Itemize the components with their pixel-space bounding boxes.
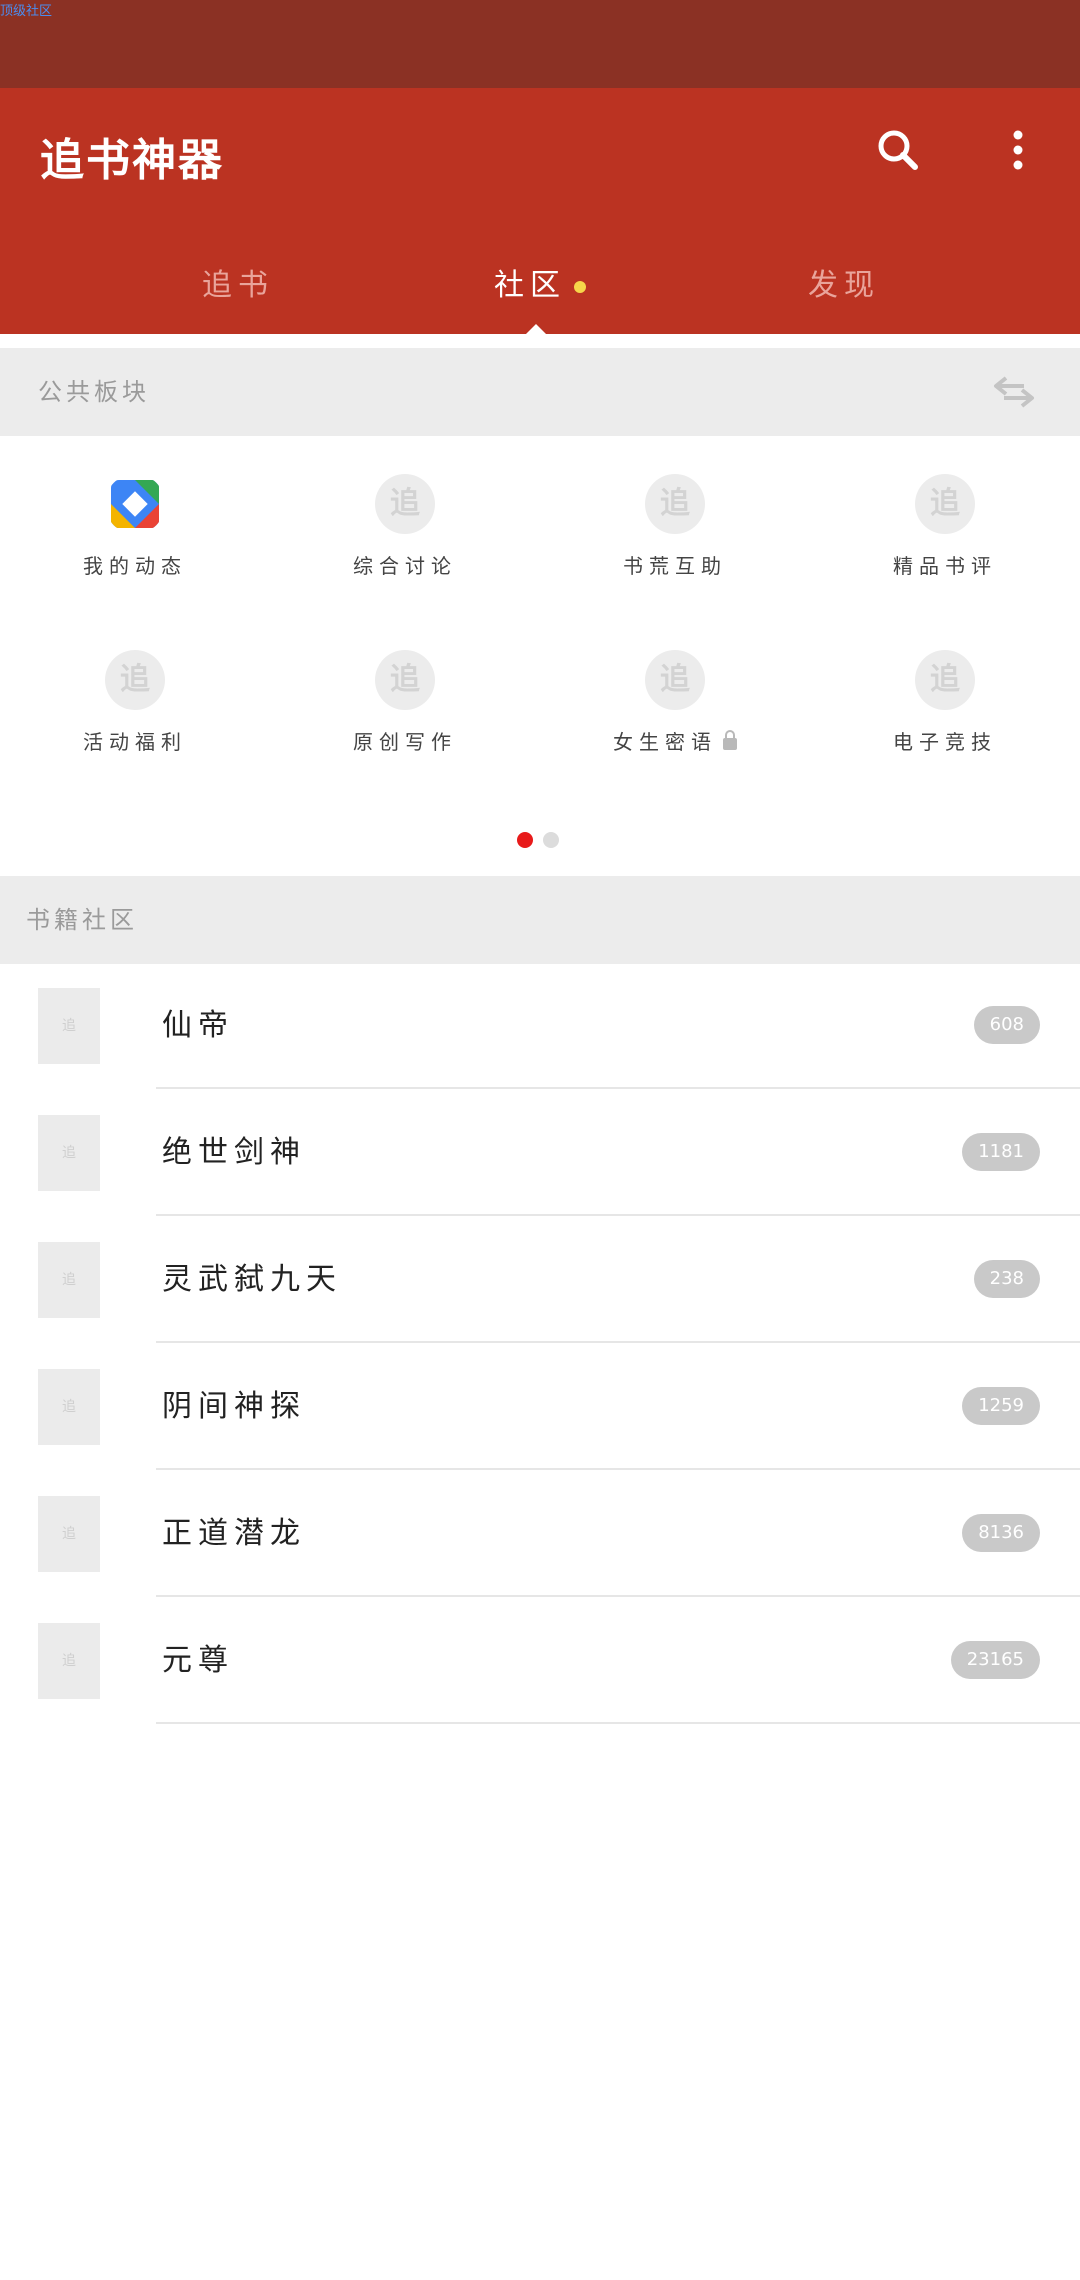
- colorful-app-icon: [111, 480, 159, 528]
- book-cover-placeholder: 追: [38, 1496, 100, 1572]
- forum-label: 书荒互助: [623, 554, 727, 578]
- book-cover-placeholder: 追: [38, 1115, 100, 1191]
- list-item[interactable]: 追 元尊 23165: [0, 1597, 1080, 1724]
- book-name: 灵武弑九天: [162, 1262, 342, 1297]
- book-cover-placeholder: 追: [38, 1369, 100, 1445]
- app-bar: 追书神器 追书 社区 发现: [0, 88, 1080, 336]
- list-item[interactable]: 追 仙帝 608: [0, 962, 1080, 1089]
- page-dot: [543, 832, 559, 848]
- forum-label: 活动福利: [83, 730, 187, 754]
- more-options-button[interactable]: [982, 114, 1054, 186]
- book-cover-placeholder: 追: [38, 988, 100, 1064]
- book-section-header: 书籍社区: [0, 876, 1080, 964]
- more-vert-icon: [1013, 130, 1023, 170]
- post-count-badge: 238: [973, 1260, 1040, 1298]
- tab-zhuishu[interactable]: 追书: [88, 238, 388, 334]
- zhui-logo-icon: 追: [375, 474, 435, 534]
- divider: [156, 1722, 1080, 1724]
- forum-esports[interactable]: 追 电子竞技: [810, 612, 1080, 788]
- section-label: 书籍社区: [26, 906, 138, 934]
- page-dot-active: [517, 832, 533, 848]
- zhui-logo-icon: 追: [645, 474, 705, 534]
- tab-indicator: [524, 324, 548, 336]
- tab-community[interactable]: 社区: [390, 238, 690, 334]
- zhui-logo-icon: 追: [915, 474, 975, 534]
- status-tiny-text: 顶级社区: [0, 4, 53, 19]
- zhui-logo-icon: 追: [375, 650, 435, 710]
- forum-label: 精品书评: [893, 554, 997, 578]
- forum-label: 我的动态: [83, 554, 187, 578]
- forum-label: 原创写作: [353, 730, 457, 754]
- tab-label: 追书: [202, 268, 274, 303]
- tab-label: 发现: [808, 268, 880, 303]
- forum-label-wrap: 女生密语: [540, 726, 810, 755]
- post-count-badge: 608: [973, 1006, 1040, 1044]
- book-name: 正道潜龙: [162, 1516, 306, 1551]
- forum-events[interactable]: 追 活动福利: [0, 612, 270, 788]
- zhui-logo-icon: 追: [645, 650, 705, 710]
- zhui-logo-icon: 追: [915, 650, 975, 710]
- post-count-badge: 1259: [962, 1387, 1040, 1425]
- book-name: 绝世剑神: [162, 1135, 306, 1170]
- book-cover-placeholder: 追: [38, 1242, 100, 1318]
- forum-reviews[interactable]: 追 精品书评: [810, 436, 1080, 612]
- section-label: 公共板块: [38, 378, 150, 406]
- book-name: 元尊: [162, 1643, 234, 1678]
- forum-girls-whisper[interactable]: 追 女生密语: [540, 612, 810, 788]
- post-count-badge: 1181: [962, 1133, 1040, 1171]
- app-title: 追书神器: [40, 135, 224, 186]
- page-indicator: [517, 832, 569, 852]
- list-item[interactable]: 追 阴间神探 1259: [0, 1343, 1080, 1470]
- forum-my-activity[interactable]: 我的动态: [0, 436, 270, 612]
- zhui-logo-icon: 追: [105, 650, 165, 710]
- post-count-badge: 8136: [962, 1514, 1040, 1552]
- book-list: 追 仙帝 608 追 绝世剑神 1181 追 灵武弑九天 238 追 阴间神探 …: [0, 962, 1080, 1724]
- search-button[interactable]: [862, 114, 934, 186]
- forum-grid: 我的动态 追 综合讨论 追 书荒互助 追 精品书评 追 活动福利 追 原创写作 …: [0, 436, 1080, 816]
- top-tabs: 追书 社区 发现: [0, 238, 1080, 334]
- forum-label: 女生密语: [613, 730, 717, 754]
- book-cover-placeholder: 追: [38, 1623, 100, 1699]
- list-item[interactable]: 追 灵武弑九天 238: [0, 1216, 1080, 1343]
- forum-book-help[interactable]: 追 书荒互助: [540, 436, 810, 612]
- public-section-header: 公共板块: [0, 348, 1080, 436]
- book-name: 阴间神探: [162, 1389, 306, 1424]
- forum-general[interactable]: 追 综合讨论: [270, 436, 540, 612]
- forum-original-writing[interactable]: 追 原创写作: [270, 612, 540, 788]
- lock-icon: [723, 730, 737, 750]
- post-count-badge: 23165: [950, 1641, 1040, 1679]
- list-item[interactable]: 追 正道潜龙 8136: [0, 1470, 1080, 1597]
- book-name: 仙帝: [162, 1008, 234, 1043]
- tab-label: 社区: [494, 268, 566, 303]
- new-dot-icon: [574, 280, 586, 293]
- list-item[interactable]: 追 绝世剑神 1181: [0, 1089, 1080, 1216]
- forum-label: 电子竞技: [893, 730, 997, 754]
- forum-label: 综合讨论: [353, 554, 457, 578]
- status-bar: 顶级社区: [0, 0, 1080, 88]
- tab-discover[interactable]: 发现: [694, 238, 994, 334]
- swap-icon[interactable]: [992, 374, 1036, 410]
- search-icon: [878, 130, 918, 170]
